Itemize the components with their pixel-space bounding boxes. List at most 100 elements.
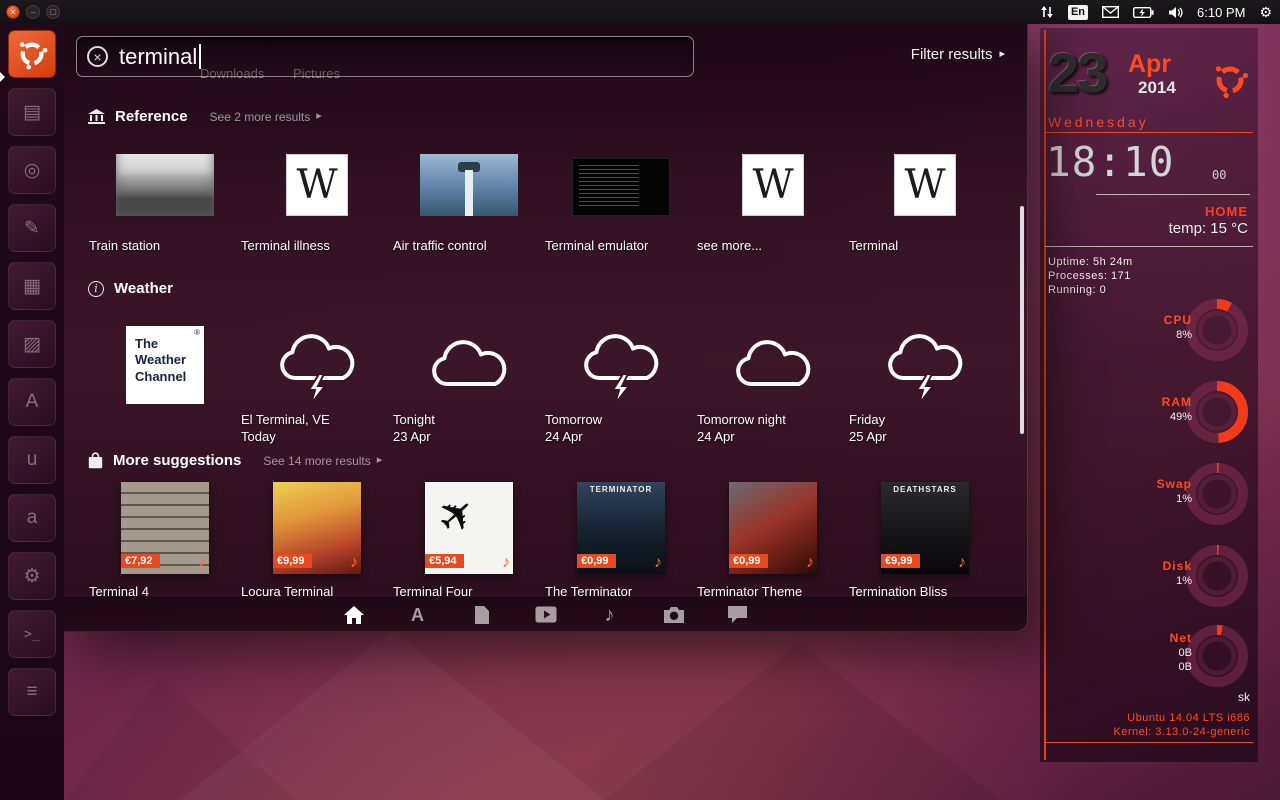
minimize-button[interactable]: – [26, 5, 40, 19]
gauge-value: 1% [1112, 575, 1192, 587]
net-up-value: 0B [1112, 647, 1192, 659]
camera-icon [663, 606, 685, 623]
battery-icon[interactable] [1133, 7, 1154, 18]
train-station-thumbnail [116, 154, 214, 216]
reference-icon [88, 109, 105, 124]
section-title: More suggestions [113, 452, 241, 469]
applications-icon: A [411, 606, 424, 624]
impress-icon: ▨ [23, 333, 41, 356]
section-title: Reference [115, 108, 188, 125]
terminal-screenshot-thumbnail [572, 158, 670, 216]
search-input[interactable]: × terminal [76, 36, 694, 77]
suggestion-tile[interactable]: €9,99 ♪ [241, 480, 393, 574]
launcher-item-dash-home[interactable] [8, 30, 56, 78]
suggestion-tile[interactable]: €0,99 ♪ [697, 480, 849, 574]
suggestion-tile[interactable]: €7,92 ♪ [89, 480, 241, 574]
suggestion-tile[interactable]: ✈ €5,94 ♪ [393, 480, 545, 574]
lens-videos[interactable] [534, 604, 558, 626]
result-tile[interactable]: W [241, 144, 393, 216]
result-tile[interactable] [393, 144, 545, 216]
lens-photos[interactable] [662, 604, 686, 626]
keyboard-arrows-icon[interactable] [1040, 5, 1054, 19]
music-note-icon: ♪ [654, 554, 662, 572]
weather-tile[interactable] [697, 320, 849, 400]
launcher-item-firefox[interactable]: ◎ [8, 146, 56, 194]
launcher-item-amazon[interactable]: a [8, 494, 56, 542]
gauge-label: RAM [1112, 395, 1192, 409]
wikipedia-icon: W [286, 154, 348, 216]
filter-results-label: Filter results [911, 46, 993, 63]
music-note-icon: ♪ [502, 554, 510, 572]
conky-uptime: Uptime: 5h 24m [1048, 256, 1133, 268]
ubuntu-one-icon: u [27, 449, 38, 471]
lens-files[interactable] [470, 604, 494, 626]
close-button[interactable]: × [6, 5, 20, 19]
launcher-item-ubuntu-one[interactable]: u [8, 436, 56, 484]
launcher-item-settings[interactable]: ⚙ [8, 552, 56, 600]
lens-social[interactable] [726, 604, 750, 626]
lens-home[interactable] [342, 604, 366, 626]
launcher-item-writer[interactable]: ✎ [8, 204, 56, 252]
price-badge: €0,99 [577, 554, 616, 568]
launcher-item-calc[interactable]: ▦ [8, 262, 56, 310]
session-gear-icon[interactable]: ⚙ [1259, 5, 1272, 19]
maximize-button[interactable]: ▢ [46, 5, 60, 19]
conky-kernel: Kernel: 3.13.0-24-generic [1113, 722, 1250, 740]
gauge-label: Swap [1112, 477, 1192, 491]
reference-see-more[interactable]: See 2 more results ▸ [210, 110, 322, 124]
weather-tile[interactable] [545, 320, 697, 400]
volume-icon[interactable] [1168, 6, 1183, 19]
lens-music[interactable]: ♪ [598, 604, 622, 626]
launcher-item-software-center[interactable]: A [8, 378, 56, 426]
weather-label: Tomorrow night24 Apr [697, 412, 849, 444]
filter-results-button[interactable]: Filter results ▸ [911, 46, 1005, 63]
result-label: Train station [89, 238, 241, 253]
messages-envelope-icon[interactable] [1102, 6, 1119, 18]
chevron-right-icon: ▸ [999, 49, 1005, 60]
suggestion-tile[interactable]: DEATHSTARS €9,99 ♪ [849, 480, 1001, 574]
weather-tile[interactable] [849, 320, 1001, 400]
divider [1045, 246, 1253, 247]
weather-tile[interactable] [393, 320, 545, 400]
see-more-label: See 2 more results [210, 110, 311, 124]
music-note-icon: ♪ [806, 554, 814, 572]
weather-provider-tile[interactable]: The Weather Channel ® [89, 316, 241, 404]
clock[interactable]: 6:10 PM [1197, 5, 1245, 20]
weather-label: Friday25 Apr [849, 412, 1001, 444]
weather-tile[interactable] [241, 320, 393, 400]
conky-time: 18:10 [1046, 138, 1174, 186]
launcher-item-terminal[interactable]: >_ [8, 610, 56, 658]
price-badge: €5,94 [425, 554, 464, 568]
suggestion-tile[interactable]: TERMINATOR €0,99 ♪ [545, 480, 697, 574]
text-caret [199, 44, 201, 69]
result-tile[interactable] [89, 144, 241, 216]
suggestions-section-header: More suggestions See 14 more results ▸ [88, 452, 382, 469]
text-editor-icon: ≡ [26, 681, 37, 703]
chevron-right-icon: ▸ [377, 455, 383, 466]
music-note-icon: ♪ [198, 554, 206, 572]
search-text: terminal [119, 44, 197, 70]
files-icon: ▤ [23, 101, 41, 124]
launcher-item-text-editor[interactable]: ≡ [8, 668, 56, 716]
chevron-right-icon: ▸ [316, 111, 322, 122]
launcher-item-impress[interactable]: ▨ [8, 320, 56, 368]
launcher-item-files[interactable]: ▤ [8, 88, 56, 136]
cloud-icon [725, 330, 821, 400]
dash-scrollbar[interactable] [1020, 206, 1024, 434]
divider [1045, 132, 1253, 133]
suggestions-see-more[interactable]: See 14 more results ▸ [263, 454, 382, 468]
net-down-value: 0B [1112, 661, 1192, 673]
lens-applications[interactable]: A [406, 604, 430, 626]
keyboard-layout-indicator[interactable]: En [1068, 5, 1088, 20]
swap-gauge: Swap 1% [1040, 461, 1258, 531]
gauge-label: CPU [1112, 313, 1192, 327]
result-tile[interactable] [545, 144, 697, 216]
result-tile[interactable]: W [697, 144, 849, 216]
storm-cloud-icon [573, 330, 669, 400]
weather-label: Tomorrow24 Apr [545, 412, 697, 444]
result-tile[interactable]: W [849, 144, 1001, 216]
document-icon [474, 605, 490, 625]
album-cover: €9,99 ♪ [273, 482, 361, 574]
terminal-icon: >_ [24, 627, 40, 642]
clear-search-icon[interactable]: × [87, 46, 108, 67]
